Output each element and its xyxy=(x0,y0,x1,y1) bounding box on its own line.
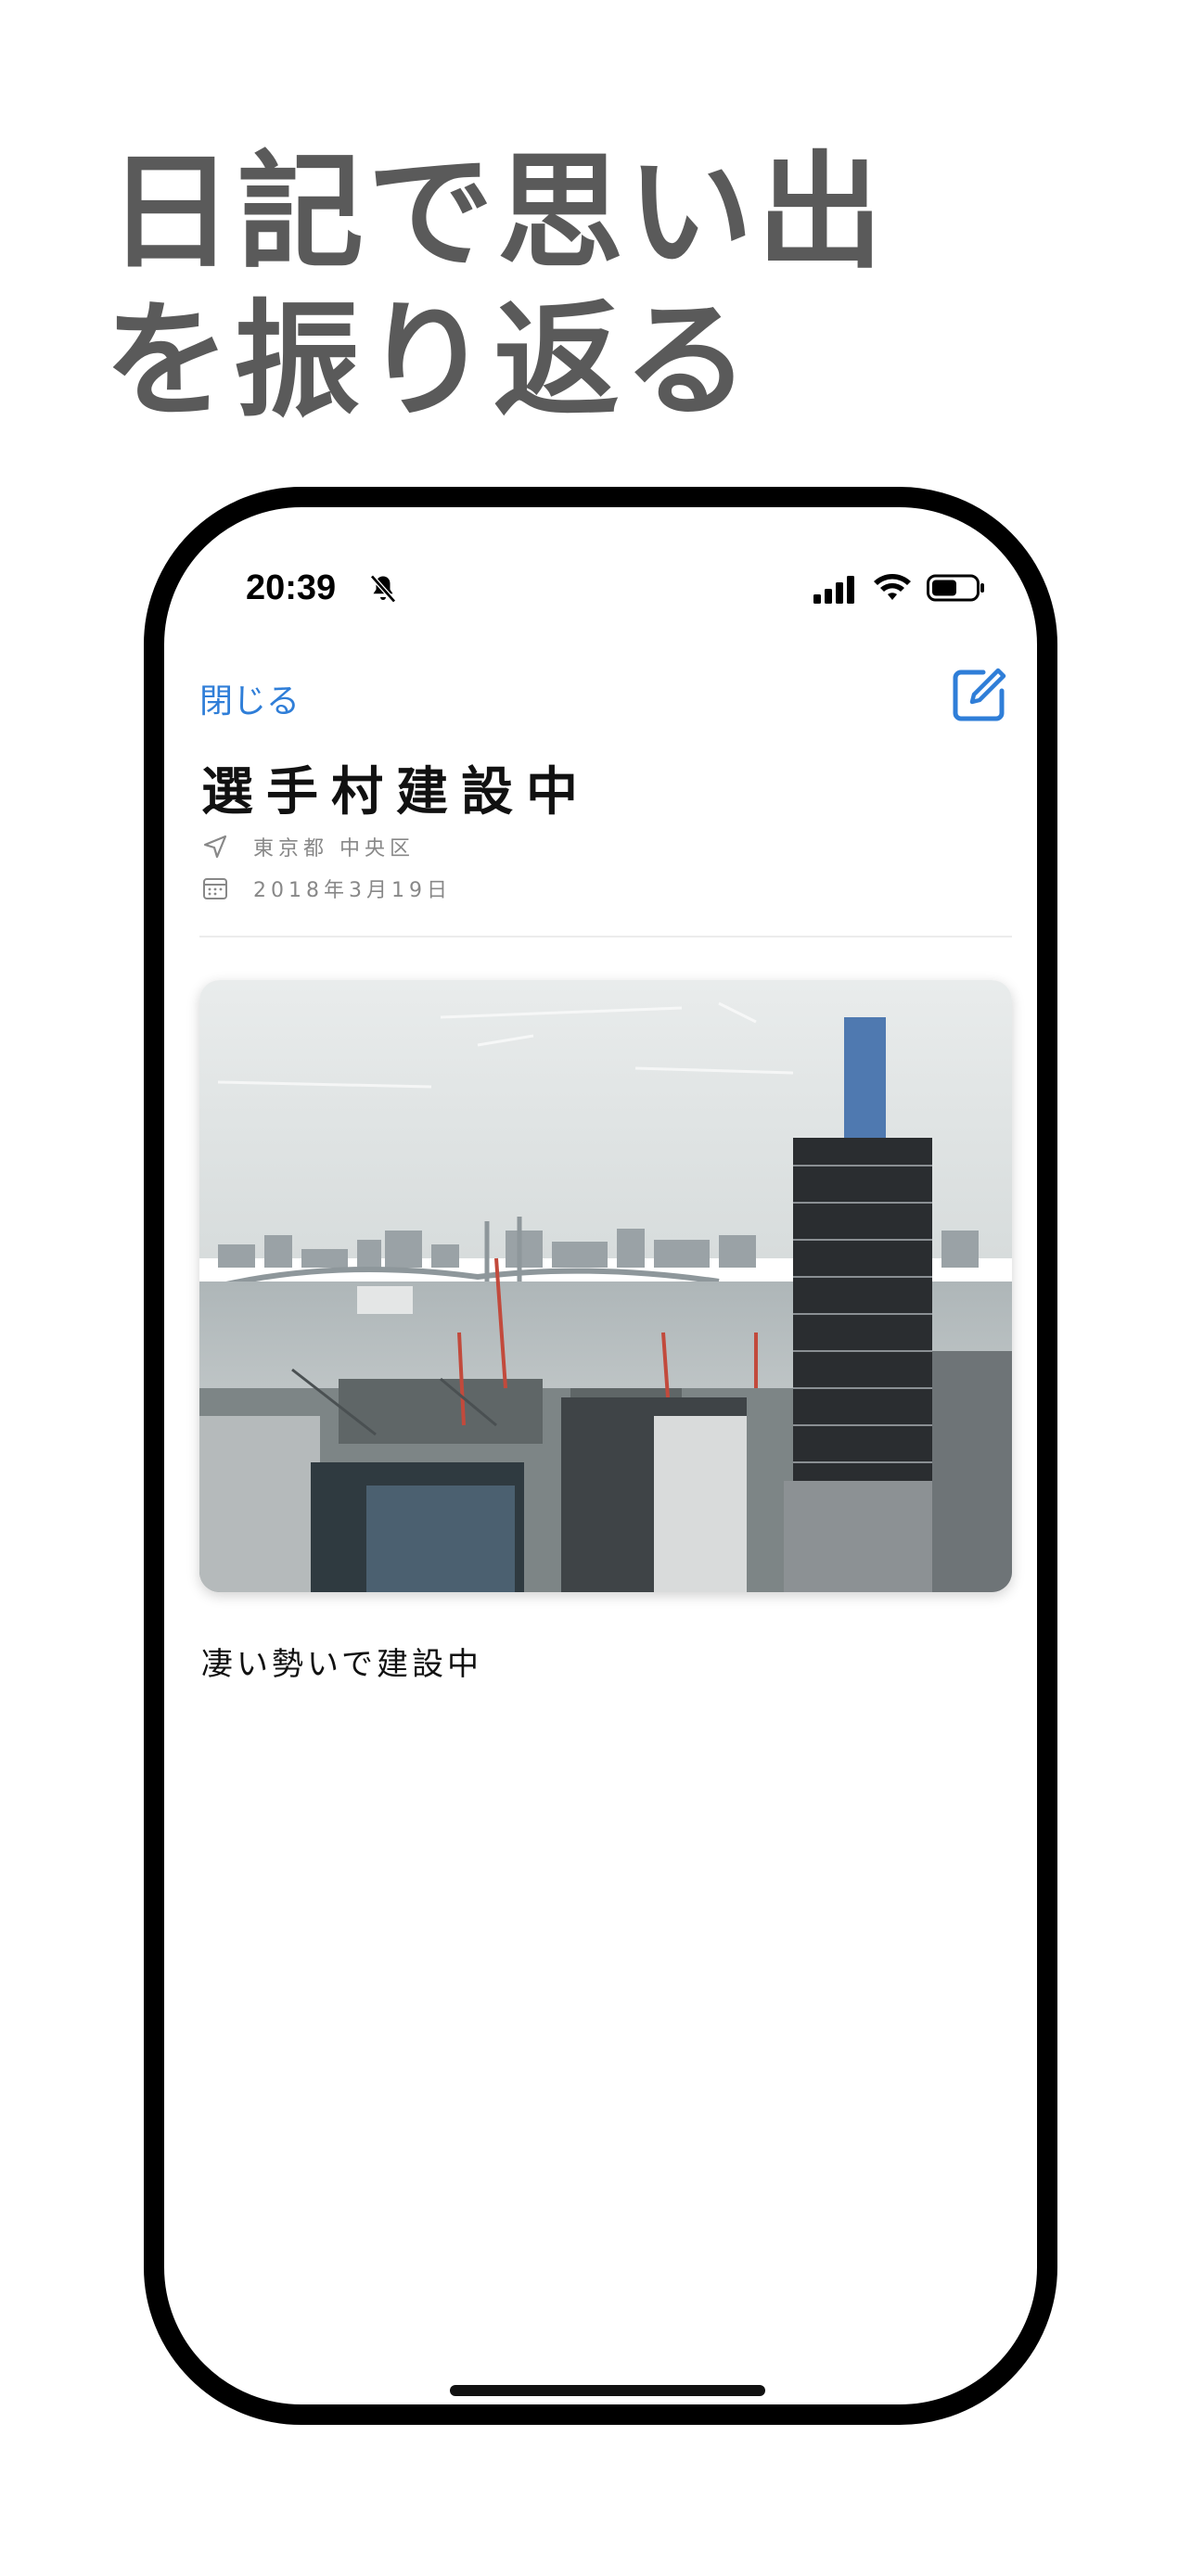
close-button[interactable]: 閉じる xyxy=(199,674,300,722)
headline-line-2: を振り返る xyxy=(104,288,753,435)
wifi-icon xyxy=(874,574,911,600)
date-row: 2018年3月19日 xyxy=(201,874,452,903)
location-arrow-icon xyxy=(203,835,227,859)
entry-photo[interactable] xyxy=(199,980,1012,1592)
calendar-icon xyxy=(203,878,227,899)
location-text: 東京都 中央区 xyxy=(253,837,415,861)
status-bar: 20:39 xyxy=(164,507,1037,618)
compose-icon[interactable] xyxy=(948,665,1009,726)
date-text: 2018年3月19日 xyxy=(253,879,452,902)
location-row: 東京都 中央区 xyxy=(201,832,415,861)
bell-slash-icon xyxy=(370,574,396,604)
city-skyline-image xyxy=(199,980,1012,1592)
status-time: 20:39 xyxy=(246,568,337,607)
entry-caption: 凄い勢いで建設中 xyxy=(201,1646,482,1683)
divider xyxy=(199,936,1012,937)
headline-line-1: 日記で思い出 xyxy=(108,140,887,287)
home-indicator[interactable] xyxy=(450,2385,765,2396)
phone-frame: 20:39 閉じる 選手村建設中 東京都 中央区 2018年3月19日 凄い勢い… xyxy=(144,487,1057,2425)
entry-title: 選手村建設中 xyxy=(201,761,591,823)
promo-headline: 日記で思い出 を振り返る xyxy=(104,139,887,436)
battery-icon xyxy=(927,574,984,602)
cellular-signal-icon xyxy=(813,576,854,604)
